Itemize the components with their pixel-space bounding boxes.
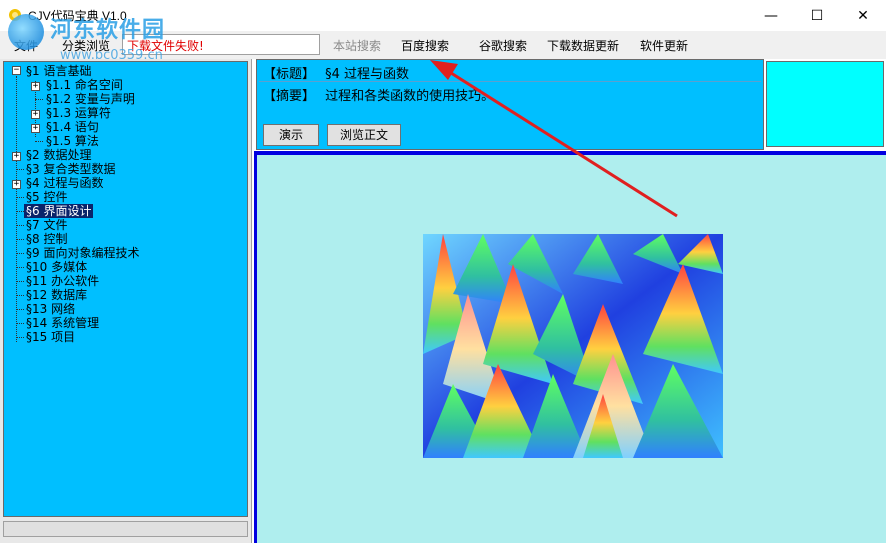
update-software-button[interactable]: 软件更新 [640, 37, 688, 54]
tree-panel: §1 语言基础 − + §1.1 命名空间 §1.2 变量与声明 + §1.3 … [0, 59, 252, 543]
tree-node-7[interactable]: §7 文件 [24, 218, 69, 232]
tree-node-9[interactable]: §9 面向对象编程技术 [24, 246, 141, 260]
tree-root-line [16, 76, 17, 342]
tree-connector [16, 295, 24, 296]
tree-connector [16, 169, 24, 170]
title-value: §4 过程与函数 [325, 67, 410, 82]
collapse-icon[interactable]: − [12, 66, 21, 75]
expand-icon[interactable]: + [31, 110, 40, 119]
demo-button[interactable]: 演示 [263, 124, 319, 146]
maximize-button[interactable]: ☐ [794, 0, 840, 31]
tree-node-2[interactable]: §2 数据处理 [24, 148, 93, 162]
abstract-row: 【摘要】 过程和各类函数的使用技巧。 [259, 84, 761, 120]
tree-node-1-1[interactable]: §1.1 命名空间 [44, 78, 125, 92]
info-panel: 【标题】 §4 过程与函数 【摘要】 过程和各类函数的使用技巧。 演示 浏览正文 [254, 59, 886, 151]
tree-connector [16, 239, 24, 240]
category-tree[interactable]: §1 语言基础 − + §1.1 命名空间 §1.2 变量与声明 + §1.3 … [3, 61, 248, 517]
tree-connector [35, 141, 43, 142]
tree-node-13[interactable]: §13 网络 [24, 302, 77, 316]
tree-node-11[interactable]: §11 办公软件 [24, 274, 101, 288]
expand-icon[interactable]: + [31, 82, 40, 91]
tree-node-14[interactable]: §14 系统管理 [24, 316, 101, 330]
tree-status-bar [3, 521, 248, 537]
tree-node-3[interactable]: §3 复合类型数据 [24, 162, 117, 176]
tree-node-8[interactable]: §8 控制 [24, 232, 69, 246]
info-box: 【标题】 §4 过程与函数 【摘要】 过程和各类函数的使用技巧。 演示 浏览正文 [256, 59, 764, 150]
expand-icon[interactable]: + [12, 152, 21, 161]
title-row: 【标题】 §4 过程与函数 [259, 62, 761, 82]
tree-connector [16, 267, 24, 268]
watermark-text: 河东软件园 [50, 18, 166, 43]
expand-icon[interactable]: + [12, 180, 21, 189]
minimize-button[interactable]: — [748, 0, 794, 31]
baidu-search-button[interactable]: 百度搜索 [401, 37, 449, 54]
tree-connector [16, 197, 24, 198]
tree-connector [16, 323, 24, 324]
tree-connector [16, 309, 24, 310]
google-search-button[interactable]: 谷歌搜索 [479, 37, 527, 54]
tree-node-1-2[interactable]: §1.2 变量与声明 [44, 92, 137, 106]
tree-connector [35, 99, 43, 100]
close-button[interactable]: ✕ [840, 0, 886, 31]
watermark-logo-icon [8, 14, 44, 50]
tree-node-1[interactable]: §1 语言基础 [24, 64, 93, 78]
update-data-button[interactable]: 下载数据更新 [547, 37, 619, 54]
abstract-value: 过程和各类函数的使用技巧。 [325, 89, 495, 104]
site-search-button[interactable]: 本站搜索 [333, 37, 381, 54]
demo-surface-image [423, 234, 723, 458]
preview-box [766, 61, 884, 147]
browse-text-button[interactable]: 浏览正文 [327, 124, 401, 146]
expand-icon[interactable]: + [31, 124, 40, 133]
title-label: 【标题】 [263, 67, 316, 82]
tree-node-15[interactable]: §15 项目 [24, 330, 77, 344]
abstract-label: 【摘要】 [263, 89, 316, 104]
tree-node-12[interactable]: §12 数据库 [24, 288, 89, 302]
tree-connector [16, 337, 24, 338]
tree-connector [16, 225, 24, 226]
tree-node-1-3[interactable]: §1.3 运算符 [44, 106, 113, 120]
tree-connector [16, 253, 24, 254]
tree-connector [16, 281, 24, 282]
tree-connector [16, 211, 24, 212]
tree-node-1-5[interactable]: §1.5 算法 [44, 134, 101, 148]
tree-node-4[interactable]: §4 过程与函数 [24, 176, 105, 190]
tree-node-6-selected[interactable]: §6 界面设计 [24, 204, 94, 218]
content-area [254, 155, 886, 543]
tree-node-5[interactable]: §5 控件 [24, 190, 69, 204]
tree-node-10[interactable]: §10 多媒体 [24, 260, 89, 274]
tree-node-1-4[interactable]: §1.4 语句 [44, 120, 101, 134]
